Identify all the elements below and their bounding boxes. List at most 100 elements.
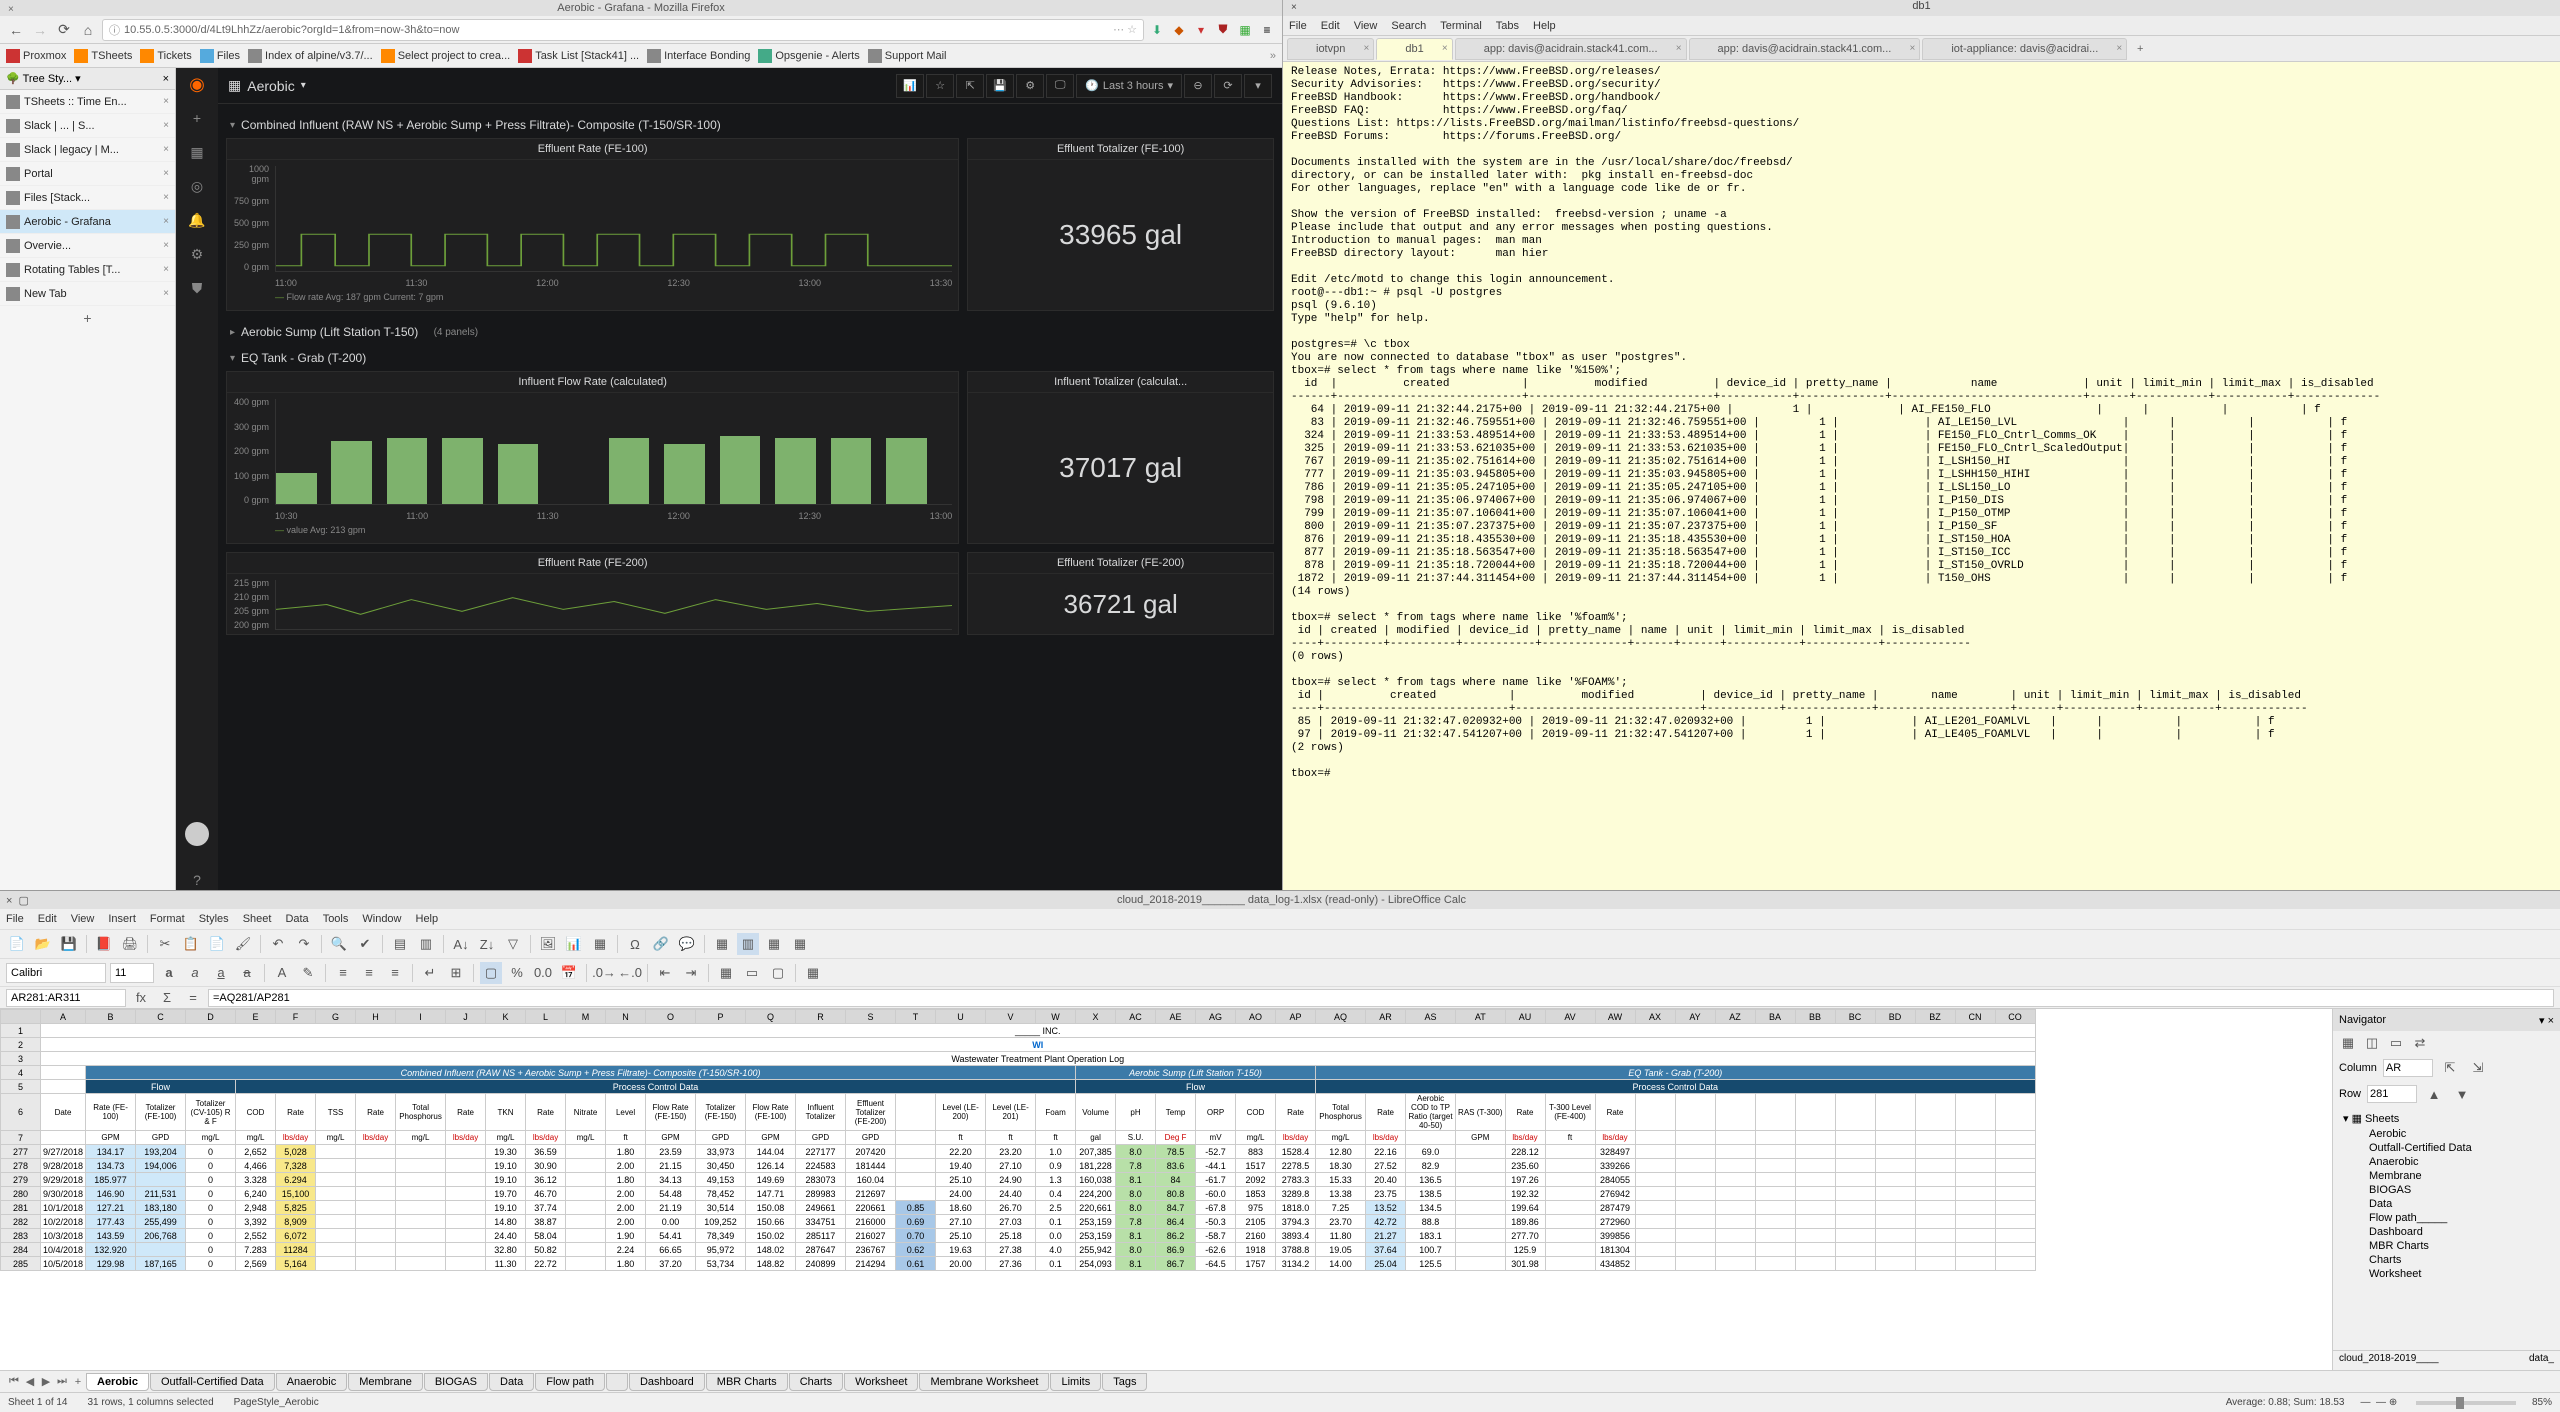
help-icon[interactable]: ? [187, 870, 207, 890]
tree-tab[interactable]: Overvie...× [0, 234, 175, 258]
cycle-view-button[interactable]: 🖵 [1046, 74, 1074, 98]
sheet-tab[interactable]: Membrane Worksheet [919, 1373, 1049, 1391]
close-icon[interactable]: × [163, 216, 169, 227]
close-icon[interactable]: × [163, 192, 169, 203]
grid-button[interactable]: ▦ [789, 933, 811, 955]
refresh-button[interactable]: ⟳ [1214, 74, 1242, 98]
menu-format[interactable]: Format [150, 913, 185, 925]
terminal-tab[interactable]: iotvpn× [1287, 38, 1374, 60]
nav-dragmode-icon[interactable]: ⇄ [2409, 1032, 2431, 1054]
highlight-button[interactable]: ✎ [297, 962, 319, 984]
close-icon[interactable]: × ▢ [6, 894, 29, 907]
add-decimal-button[interactable]: .0→ [593, 962, 615, 984]
close-icon[interactable]: × [163, 96, 169, 107]
filter-button[interactable]: ▽ [502, 933, 524, 955]
menu-insert[interactable]: Insert [108, 913, 136, 925]
navigator-sheet-item[interactable]: Membrane [2355, 1169, 2552, 1183]
close-icon[interactable]: × [2548, 1015, 2554, 1027]
chart-button[interactable]: 📊 [563, 933, 585, 955]
font-color-button[interactable]: A [271, 962, 293, 984]
reload-button[interactable]: ⟳ [54, 20, 74, 40]
image-button[interactable]: 🖼 [537, 933, 559, 955]
copy-button[interactable]: 📋 [180, 933, 202, 955]
zoom-out-button[interactable]: ⊖ [1184, 74, 1212, 98]
download-icon[interactable]: ⬇ [1148, 21, 1166, 39]
strike-button[interactable]: a [236, 962, 258, 984]
undock-icon[interactable]: ▾ [2539, 1015, 2545, 1027]
terminal-tab[interactable]: app: davis@acidrain.stack41.com...× [1689, 38, 1921, 60]
bookmark-item[interactable]: Index of alpine/v3.7/... [248, 49, 373, 63]
panel-effluent-totalizer-100[interactable]: Effluent Totalizer (FE-100) 33965 gal [967, 138, 1274, 311]
dashboard-title[interactable]: ▦ Aerobic ▾ [228, 77, 306, 94]
headers-button[interactable]: ▦ [711, 933, 733, 955]
menu-data[interactable]: Data [285, 913, 308, 925]
date-button[interactable]: 📅 [558, 962, 580, 984]
sheet-tab[interactable]: Tags [1102, 1373, 1147, 1391]
sheet-tab[interactable]: Data [489, 1373, 534, 1391]
sheet-tab[interactable] [606, 1373, 628, 1391]
terminal-tab[interactable]: iot-appliance: davis@acidrai...× [1922, 38, 2127, 60]
navigator-sheet-item[interactable]: Data [2355, 1197, 2552, 1211]
font-selector[interactable] [6, 963, 106, 983]
ublock-icon[interactable]: ⛊ [1214, 21, 1232, 39]
panel-effluent-rate-200[interactable]: Effluent Rate (FE-200) 215 gpm210 gpm205… [226, 552, 959, 635]
spreadsheet-grid[interactable]: ABCDEFGHIJKLMNOPQRSTUVWXACAEAGAOAPAQARAS… [0, 1009, 2332, 1370]
bookmark-item[interactable]: Support Mail [868, 49, 947, 63]
remove-decimal-button[interactable]: ←.0 [619, 962, 641, 984]
formula-input[interactable] [208, 989, 2554, 1007]
shield-icon[interactable]: ⛊ [187, 278, 207, 298]
menu-sheet[interactable]: Sheet [243, 913, 272, 925]
sum-button[interactable]: Σ [156, 987, 178, 1009]
bookmark-item[interactable]: Tickets [140, 49, 191, 63]
sort-asc-button[interactable]: A↓ [450, 933, 472, 955]
sheet-prev-button[interactable]: ◀ [22, 1375, 38, 1388]
menu-window[interactable]: Window [362, 913, 401, 925]
close-icon[interactable]: × [2116, 43, 2122, 54]
menu-icon[interactable]: ≡ [1258, 21, 1276, 39]
menu-edit[interactable]: Edit [1321, 20, 1340, 32]
close-icon[interactable]: × [163, 168, 169, 179]
panel-influent-totalizer[interactable]: Influent Totalizer (calculat... 37017 ga… [967, 371, 1274, 544]
conditional-button[interactable]: ▦ [802, 962, 824, 984]
font-size-selector[interactable] [110, 963, 154, 983]
split-button[interactable]: ▦ [763, 933, 785, 955]
indent-inc-button[interactable]: ⇥ [680, 962, 702, 984]
align-left-button[interactable]: ≡ [332, 962, 354, 984]
menu-view[interactable]: View [1354, 20, 1378, 32]
print-button[interactable]: 🖨 [119, 933, 141, 955]
tree-tab[interactable]: Slack | legacy | M...× [0, 138, 175, 162]
sheet-tab[interactable]: BIOGAS [424, 1373, 488, 1391]
avatar[interactable] [185, 822, 209, 846]
time-range-picker[interactable]: 🕐 Last 3 hours ▾ [1076, 74, 1182, 98]
close-icon[interactable]: × [163, 240, 169, 251]
border-style-button[interactable]: ▭ [741, 962, 763, 984]
alert-icon[interactable]: 🔔 [187, 210, 207, 230]
new-tab-button[interactable]: + [0, 306, 175, 330]
menu-help[interactable]: Help [1533, 20, 1556, 32]
function-wizard-button[interactable]: fx [130, 987, 152, 1009]
tree-tab[interactable]: Slack | ... | S...× [0, 114, 175, 138]
sheet-tab[interactable]: Outfall-Certified Data [150, 1373, 275, 1391]
cell-reference-input[interactable] [6, 989, 126, 1007]
italic-button[interactable]: a [184, 962, 206, 984]
add-panel-button[interactable]: 📊 [896, 74, 924, 98]
star-button[interactable]: ☆ [926, 74, 954, 98]
new-terminal-tab-button[interactable]: + [2129, 43, 2151, 55]
tree-tab[interactable]: New Tab× [0, 282, 175, 306]
forward-button[interactable]: → [30, 20, 50, 40]
special-char-button[interactable]: Ω [624, 933, 646, 955]
nav-end-icon[interactable]: ⇲ [2467, 1057, 2489, 1079]
panel-effluent-totalizer-200[interactable]: Effluent Totalizer (FE-200) 36721 gal [967, 552, 1274, 635]
save-button[interactable]: 💾 [58, 933, 80, 955]
zoom-slider[interactable] [2416, 1401, 2516, 1405]
nav-scenarios-icon[interactable]: ▭ [2385, 1032, 2407, 1054]
nav-up-icon[interactable]: ▲ [2423, 1083, 2445, 1105]
tree-tab[interactable]: Rotating Tables [T...× [0, 258, 175, 282]
sheet-tab[interactable]: MBR Charts [706, 1373, 788, 1391]
pivot-button[interactable]: ▦ [589, 933, 611, 955]
sheet-tab[interactable]: Membrane [348, 1373, 423, 1391]
ext-icon-2[interactable]: ▦ [1236, 21, 1254, 39]
bookmark-item[interactable]: Task List [Stack41] ... [518, 49, 639, 63]
comment-button[interactable]: 💬 [676, 933, 698, 955]
grafana-logo-icon[interactable]: ◉ [187, 74, 207, 94]
